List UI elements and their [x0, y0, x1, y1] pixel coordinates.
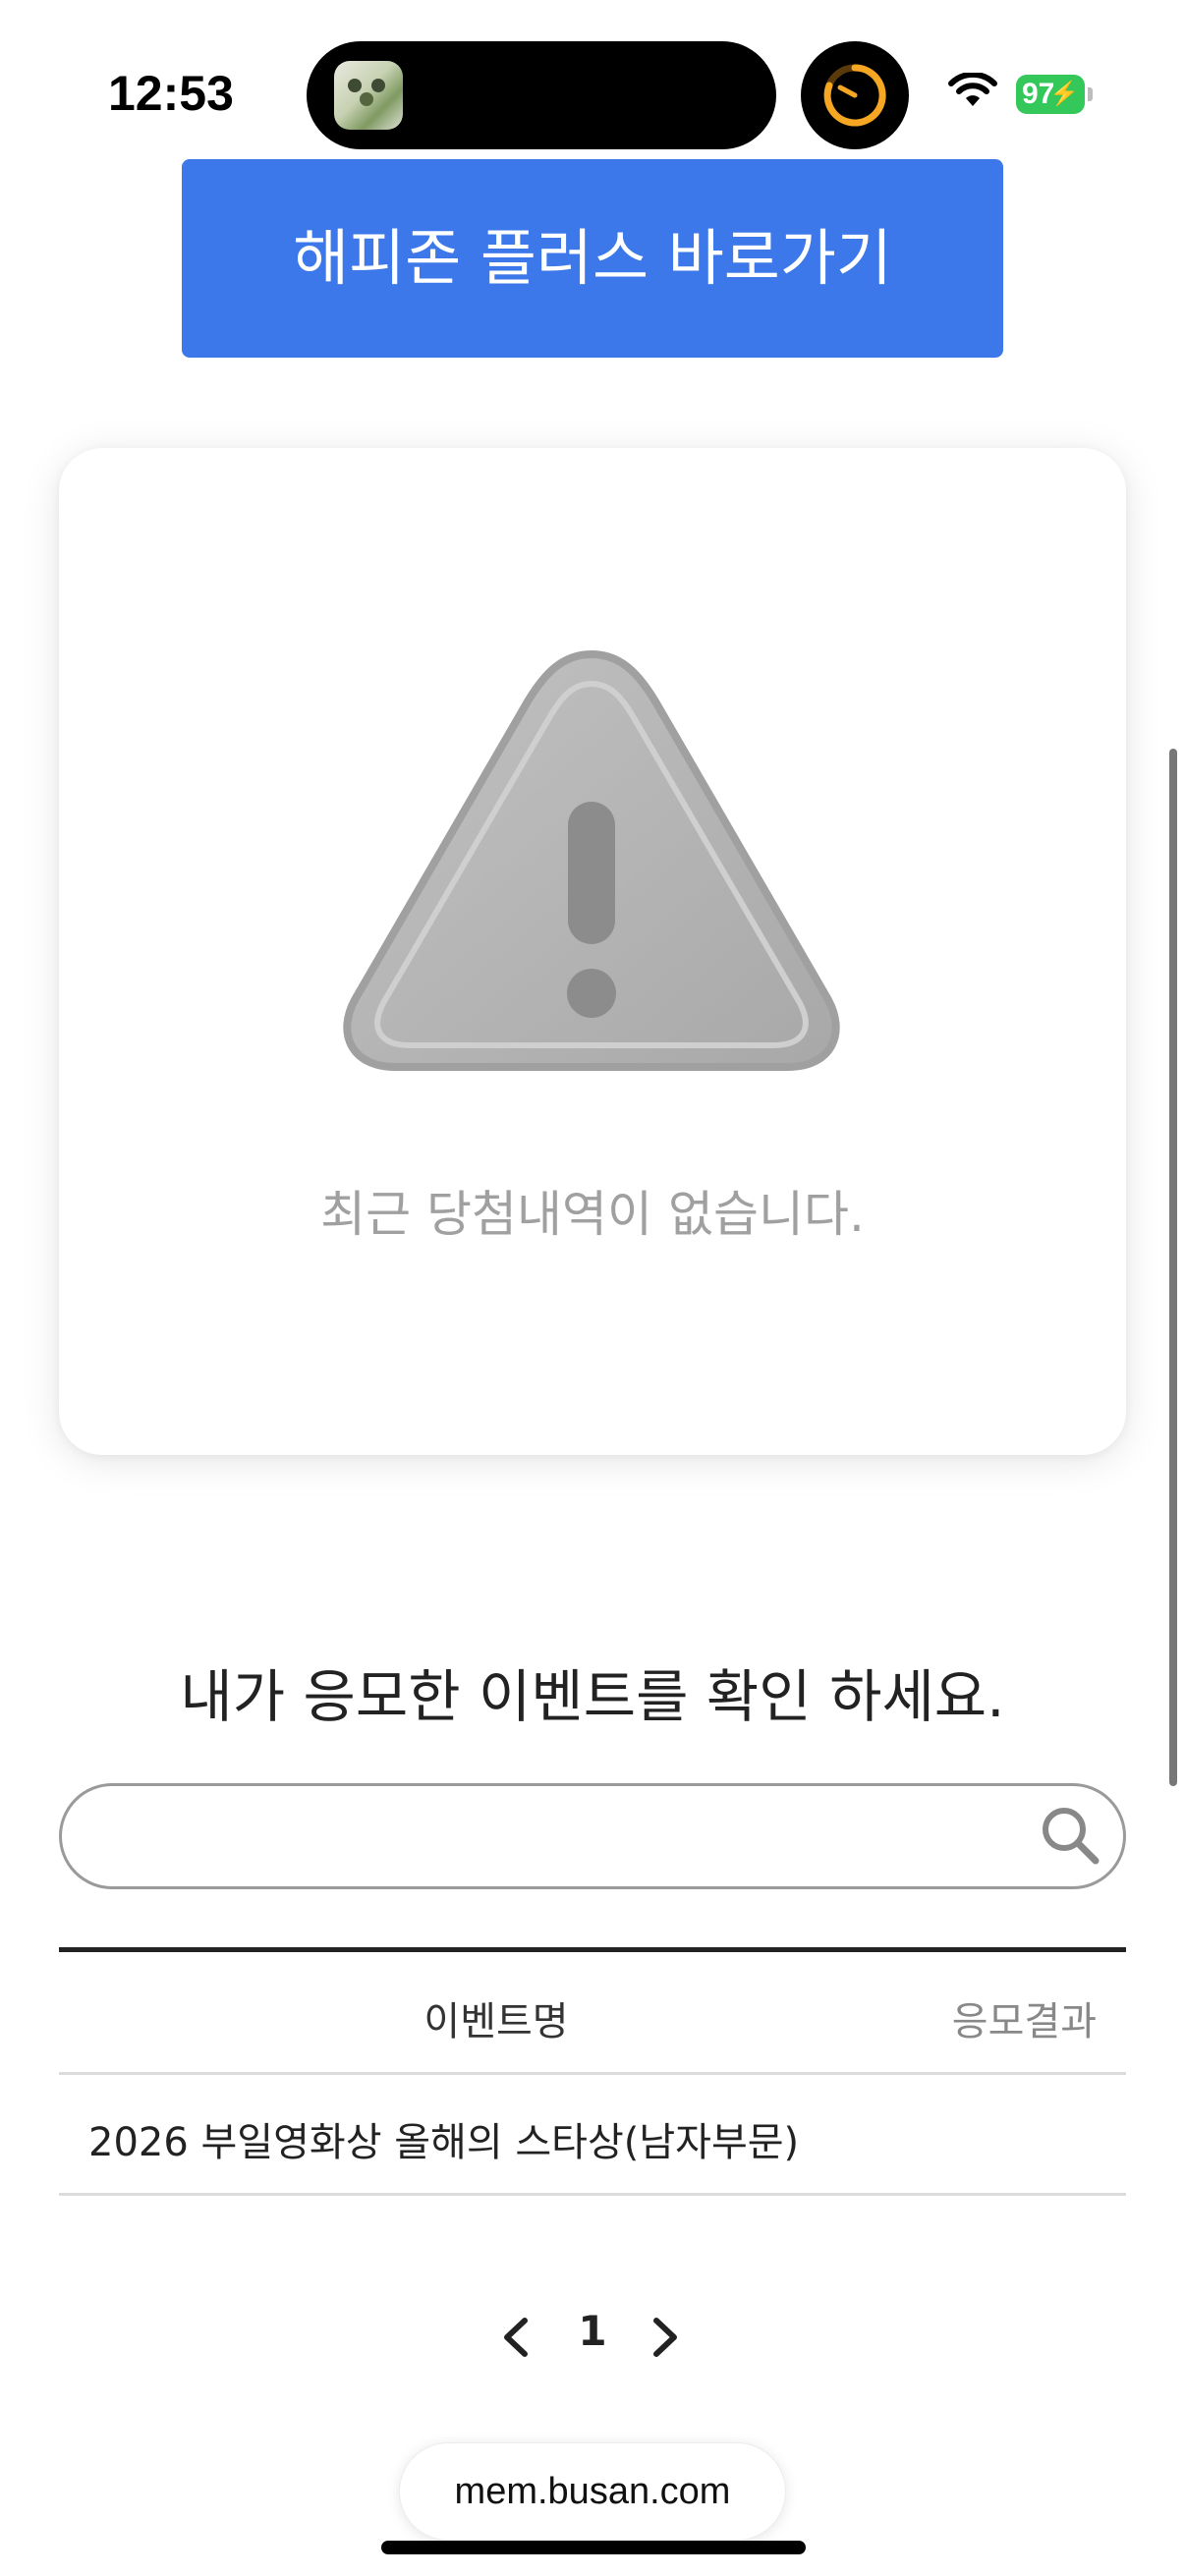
- happyzone-plus-button[interactable]: 해피존 플러스 바로가기: [182, 159, 1003, 358]
- wifi-icon: [948, 73, 997, 106]
- chevron-right-icon[interactable]: [649, 2315, 682, 2360]
- event-table: 이벤트명 응모결과 2026 부일영화상 올해의 스타상(남자부문): [59, 1947, 1126, 2196]
- table-header: 이벤트명 응모결과: [59, 1952, 1126, 2075]
- search-icon[interactable]: [1039, 1804, 1103, 1869]
- event-search-box: [59, 1783, 1126, 1889]
- status-time: 12:53: [108, 66, 234, 121]
- timer-icon: [801, 41, 909, 149]
- warning-triangle-icon: [343, 649, 840, 1071]
- charging-bolt-icon: ⚡: [1049, 81, 1079, 107]
- battery-cap: [1088, 87, 1093, 101]
- live-activity-app-thumbnail: [334, 61, 403, 130]
- page-number-current[interactable]: 1: [573, 2307, 612, 2355]
- page-scrollbar[interactable]: [1169, 749, 1177, 1786]
- event-search-input[interactable]: [101, 1800, 1029, 1875]
- recent-wins-card: 최근 당첨내역이 없습니다.: [59, 448, 1126, 1455]
- home-indicator[interactable]: [381, 2541, 806, 2554]
- dynamic-island: [307, 41, 776, 149]
- table-row[interactable]: 2026 부일영화상 올해의 스타상(남자부문): [59, 2075, 1126, 2196]
- pagination: 1: [0, 2305, 1185, 2364]
- empty-state-message: 최근 당첨내역이 없습니다.: [320, 1186, 865, 1243]
- my-events-title: 내가 응모한 이벤트를 확인 하세요.: [180, 1663, 1005, 1730]
- event-name-cell[interactable]: 2026 부일영화상 올해의 스타상(남자부문): [88, 2110, 799, 2167]
- battery-indicator: 97 ⚡: [1016, 75, 1085, 114]
- browser-url-bar[interactable]: mem.busan.com: [399, 2442, 786, 2541]
- chevron-left-icon[interactable]: [499, 2315, 533, 2360]
- column-header-event-name: 이벤트명: [423, 1999, 569, 2044]
- column-header-result: 응모결과: [951, 1999, 1097, 2044]
